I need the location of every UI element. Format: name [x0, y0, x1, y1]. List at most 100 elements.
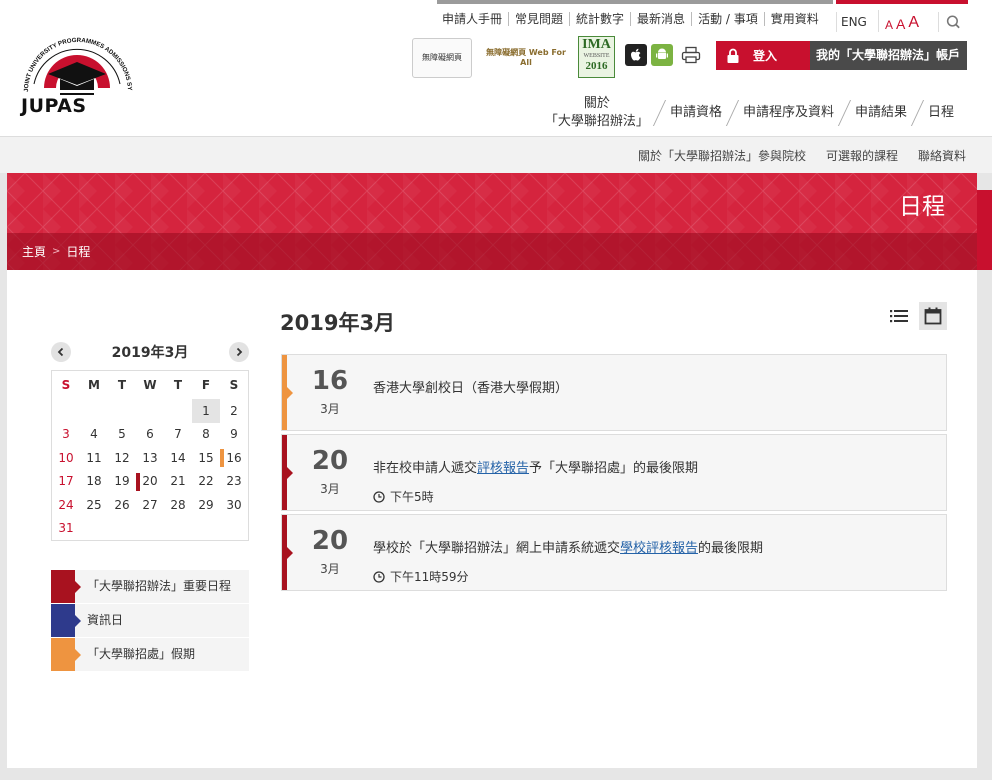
breadcrumb-current: 日程 — [66, 245, 91, 259]
accessibility-badge-label: 無障礙網頁 — [422, 53, 462, 62]
calendar-day[interactable]: 2 — [220, 399, 248, 423]
legend-label: 「大學聯招處」假期 — [87, 647, 196, 661]
apple-app-icon[interactable] — [625, 44, 647, 66]
calendar-day[interactable]: 25 — [80, 493, 108, 517]
event-item[interactable]: 20 3月 學校於「大學聯招辦法」網上申請系統遞交學校評核報告的最後限期 下午1… — [281, 514, 947, 591]
clock-icon — [373, 490, 385, 503]
language-switch[interactable]: ENG — [836, 12, 867, 32]
weekday-label: S — [61, 378, 71, 392]
ima-award-badge[interactable]: IMA WEBSITE 2016 — [578, 36, 615, 78]
font-size-large[interactable]: A — [908, 14, 919, 32]
event-day: 20 — [311, 526, 349, 556]
android-app-icon[interactable] — [651, 44, 673, 66]
calendar-day[interactable]: 19 — [108, 470, 136, 494]
subnav-participating-institutions[interactable]: 關於「大學聯招辦法」參與院校 — [638, 147, 806, 164]
calendar-view-button[interactable] — [919, 302, 947, 330]
calendar-day[interactable]: 14 — [164, 446, 192, 470]
weekday-label: T — [173, 378, 183, 392]
next-month-button[interactable] — [229, 342, 249, 362]
calendar-day[interactable]: 4 — [80, 423, 108, 447]
nav-about[interactable]: 關於 「大學聯招辦法」 — [535, 95, 659, 131]
top-accent-bar-red — [836, 0, 968, 4]
calendar-day[interactable]: 5 — [108, 423, 136, 447]
calendar-week-row: 1 2 — [52, 399, 248, 423]
weekday-label: M — [88, 378, 100, 392]
weekday-label: T — [117, 378, 127, 392]
event-title-pre: 非在校申請人遞交 — [373, 461, 478, 476]
calendar-day[interactable]: 30 — [220, 493, 248, 517]
calendar-day[interactable]: 8 — [192, 423, 220, 447]
print-icon[interactable] — [681, 46, 701, 64]
assessment-report-link[interactable]: 評核報告 — [477, 461, 529, 476]
calendar-day[interactable]: 13 — [136, 446, 164, 470]
list-view-icon[interactable] — [889, 306, 909, 326]
search-icon[interactable] — [938, 12, 962, 32]
calendar-day[interactable]: 17 — [52, 470, 80, 494]
calendar-day[interactable]: 29 — [192, 493, 220, 517]
nav-about-line1: 關於 — [583, 96, 610, 111]
prev-month-button[interactable] — [51, 342, 71, 362]
calendar-day[interactable]: 3 — [52, 423, 80, 447]
nav-application-procedure[interactable]: 申請程序及資料 — [733, 104, 844, 122]
calendar-day-today[interactable]: 1 — [192, 399, 220, 423]
mini-calendar-grid: S M T W T F S 1 2 3 4 5 6 7 8 9 10 11 12… — [51, 370, 249, 541]
top-link-handbook[interactable]: 申請人手冊 — [436, 12, 510, 26]
calendar-day — [136, 399, 164, 423]
chevron-right-icon — [236, 347, 243, 357]
subnav-contact[interactable]: 聯絡資料 — [918, 147, 966, 164]
top-link-useful-info[interactable]: 實用資料 — [765, 12, 825, 26]
nav-results[interactable]: 申請結果 — [845, 104, 917, 122]
site-header: JOINT UNIVERSITY PROGRAMMES ADMISSIONS S… — [0, 0, 992, 137]
calendar-day[interactable]: 28 — [164, 493, 192, 517]
event-item[interactable]: 20 3月 非在校申請人遞交評核報告予「大學聯招處」的最後限期 下午5時 — [281, 434, 947, 511]
calendar-day[interactable]: 22 — [192, 470, 220, 494]
calendar-day[interactable]: 31 — [52, 517, 80, 541]
calendar-day-event[interactable]: 16 — [220, 446, 248, 470]
event-date: 16 3月 — [287, 355, 373, 430]
legend-item-holidays[interactable]: 「大學聯招處」假期 — [51, 638, 249, 671]
calendar-day — [108, 399, 136, 423]
calendar-day-event[interactable]: 20 — [136, 470, 164, 494]
calendar-week-row: 24 25 26 27 28 29 30 — [52, 493, 248, 517]
my-account-button[interactable]: 我的「大學聯招辦法」帳戶 — [810, 41, 967, 70]
nav-eligibility[interactable]: 申請資格 — [660, 104, 732, 122]
legend-item-info-day[interactable]: 資訊日 — [51, 604, 249, 637]
top-link-statistics[interactable]: 統計數字 — [570, 12, 632, 26]
web-for-all-badge[interactable]: 無障礙網頁 Web For All — [482, 38, 570, 78]
school-assessment-report-link[interactable]: 學校評核報告 — [620, 541, 698, 556]
calendar-day[interactable]: 15 — [192, 446, 220, 470]
font-size-medium[interactable]: A — [896, 16, 905, 32]
calendar-day[interactable]: 26 — [108, 493, 136, 517]
calendar-day[interactable]: 9 — [220, 423, 248, 447]
accessibility-badge[interactable]: 無障礙網頁 — [412, 38, 472, 78]
chevron-left-icon — [57, 347, 64, 357]
event-item[interactable]: 16 3月 香港大學創校日（香港大學假期） — [281, 354, 947, 431]
calendar-day[interactable]: 24 — [52, 493, 80, 517]
event-month: 3月 — [320, 562, 340, 576]
calendar-day[interactable]: 21 — [164, 470, 192, 494]
calendar-day[interactable]: 11 — [80, 446, 108, 470]
top-accent-bar — [437, 0, 833, 4]
top-link-news[interactable]: 最新消息 — [631, 12, 693, 26]
login-button[interactable]: 登入 — [716, 41, 817, 70]
top-link-events[interactable]: 活動 / 事項 — [692, 12, 765, 26]
top-link-faq[interactable]: 常見問題 — [509, 12, 571, 26]
calendar-day[interactable]: 27 — [136, 493, 164, 517]
legend-item-important-dates[interactable]: 「大學聯招辦法」重要日程 — [51, 570, 249, 603]
breadcrumb-home[interactable]: 主頁 — [22, 243, 46, 260]
calendar-day[interactable]: 18 — [80, 470, 108, 494]
event-title: 非在校申請人遞交評核報告予「大學聯招處」的最後限期 — [373, 457, 698, 476]
nav-calendar[interactable]: 日程 — [918, 104, 964, 122]
weekday-header-row: S M T W T F S — [52, 371, 248, 399]
calendar-day[interactable]: 10 — [52, 446, 80, 470]
font-size-small[interactable]: A — [885, 18, 893, 32]
calendar-week-row: 10 11 12 13 14 15 16 — [52, 446, 248, 470]
calendar-day — [164, 399, 192, 423]
calendar-day[interactable]: 6 — [136, 423, 164, 447]
calendar-day[interactable]: 12 — [108, 446, 136, 470]
calendar-day — [52, 399, 80, 423]
subnav-programmes[interactable]: 可選報的課程 — [826, 147, 898, 164]
ima-year: 2016 — [585, 60, 608, 72]
calendar-day[interactable]: 23 — [220, 470, 248, 494]
calendar-day[interactable]: 7 — [164, 423, 192, 447]
